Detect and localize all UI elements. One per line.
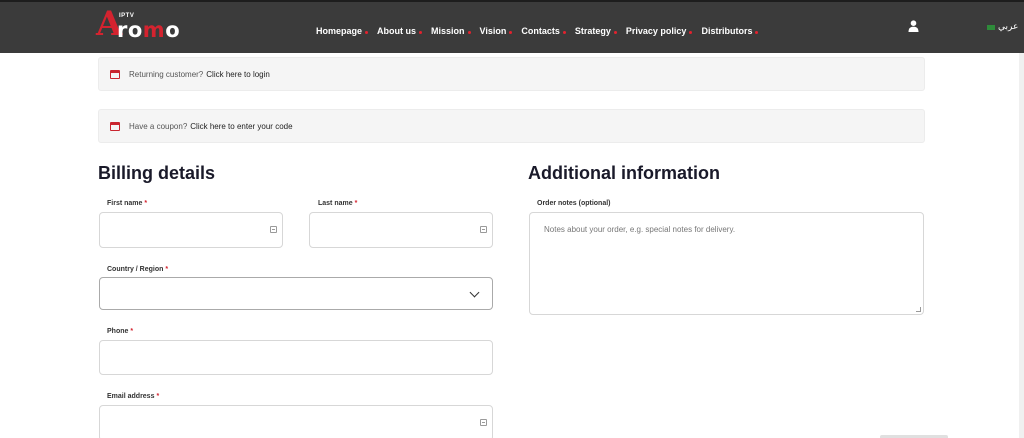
coupon-notice: Have a coupon? Click here to enter your … bbox=[98, 109, 925, 143]
chevron-down-icon bbox=[469, 287, 480, 297]
nav-item-strategy[interactable]: Strategy bbox=[575, 26, 617, 36]
nav-item-contacts[interactable]: Contacts bbox=[521, 26, 566, 36]
nav-item-privacy-policy[interactable]: Privacy policy bbox=[626, 26, 693, 36]
nav-dot-icon bbox=[562, 30, 566, 34]
autofill-icon bbox=[270, 226, 277, 233]
billing-title: Billing details bbox=[98, 163, 216, 183]
autofill-icon bbox=[480, 226, 487, 233]
autofill-icon bbox=[480, 419, 487, 426]
email-field[interactable] bbox=[99, 405, 493, 438]
header-top-line bbox=[0, 0, 1024, 2]
login-link[interactable]: Click here to login bbox=[206, 70, 270, 79]
nav-dot-icon bbox=[613, 30, 617, 34]
calendar-notice-icon bbox=[110, 69, 120, 79]
login-notice: Returning customer? Click here to login bbox=[98, 57, 925, 91]
coupon-link[interactable]: Click here to enter your code bbox=[190, 122, 292, 131]
nav-item-distributors[interactable]: Distributors bbox=[701, 26, 759, 36]
main-nav: Homepage About us Mission Vision Contact… bbox=[316, 24, 767, 38]
logo-word: romo bbox=[117, 18, 181, 42]
nav-item-mission[interactable]: Mission bbox=[431, 26, 471, 36]
country-label: Country / Region * bbox=[107, 266, 169, 273]
phone-input[interactable] bbox=[100, 341, 492, 374]
first-name-input[interactable] bbox=[100, 213, 282, 247]
first-name-label: First name * bbox=[107, 200, 148, 207]
last-name-input[interactable] bbox=[310, 213, 492, 247]
last-name-label: Last name * bbox=[318, 200, 358, 207]
nav-dot-icon bbox=[755, 30, 759, 34]
calendar-notice-icon bbox=[110, 121, 120, 131]
language-label: عربي bbox=[998, 22, 1019, 32]
nav-dot-icon bbox=[509, 30, 513, 34]
login-notice-text: Returning customer? bbox=[129, 69, 204, 79]
additional-info-title: Additional information bbox=[528, 163, 720, 183]
nav-item-about-us[interactable]: About us bbox=[377, 26, 423, 36]
nav-item-homepage[interactable]: Homepage bbox=[316, 26, 369, 36]
order-notes-textarea[interactable] bbox=[530, 213, 923, 314]
order-notes-label: Order notes (optional) bbox=[537, 200, 611, 207]
site-logo[interactable]: A IPTV romo bbox=[96, 7, 188, 45]
last-name-field[interactable] bbox=[309, 212, 493, 248]
nav-dot-icon bbox=[467, 30, 471, 34]
email-label: Email address * bbox=[107, 393, 160, 400]
order-notes-field[interactable] bbox=[529, 212, 924, 315]
country-select[interactable] bbox=[99, 277, 493, 310]
email-input[interactable] bbox=[100, 406, 492, 438]
nav-dot-icon bbox=[419, 30, 423, 34]
resize-handle-icon[interactable] bbox=[916, 307, 921, 312]
coupon-notice-text: Have a coupon? bbox=[129, 121, 188, 131]
phone-field[interactable] bbox=[99, 340, 493, 375]
language-switcher[interactable]: عربي bbox=[987, 22, 1018, 32]
user-account-icon[interactable] bbox=[908, 20, 919, 32]
nav-dot-icon bbox=[365, 30, 369, 34]
page-scrollbar[interactable] bbox=[1019, 53, 1024, 438]
saudi-flag-icon bbox=[987, 24, 995, 30]
site-header: A IPTV romo Homepage About us Mission Vi… bbox=[0, 0, 1024, 53]
first-name-field[interactable] bbox=[99, 212, 283, 248]
nav-item-vision[interactable]: Vision bbox=[480, 26, 513, 36]
nav-dot-icon bbox=[689, 30, 693, 34]
phone-label: Phone * bbox=[107, 328, 134, 335]
